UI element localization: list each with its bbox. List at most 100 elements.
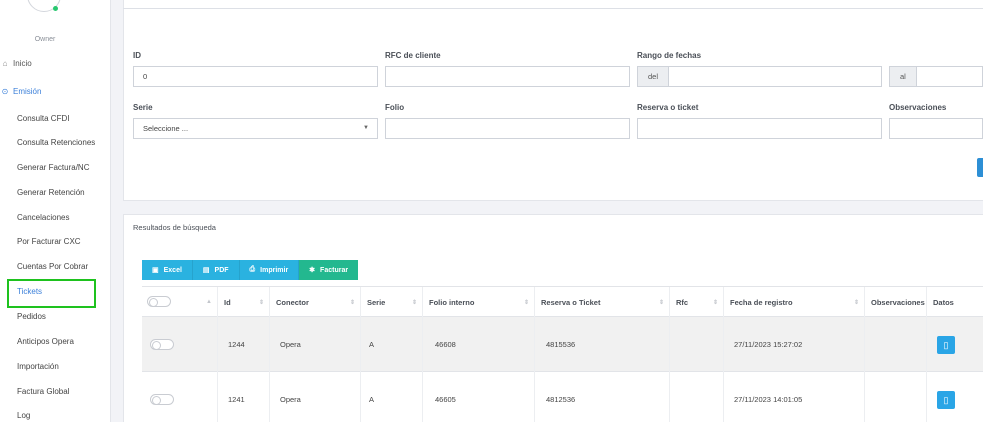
document-icon: ▯ [943, 339, 949, 350]
id-label: ID [133, 51, 141, 60]
cell-id: 1241 [217, 372, 269, 422]
cell-conector: Opera [269, 372, 360, 422]
pdf-button[interactable]: ▤ PDF [192, 260, 240, 280]
search-button[interactable] [977, 158, 983, 177]
cell-fecha: 27/11/2023 14:01:05 [723, 372, 864, 422]
observaciones-label: Observaciones [889, 103, 947, 112]
sidebar-item-generar-factura[interactable]: Generar Factura/NC [17, 163, 89, 172]
sidebar-item-label: Inicio [13, 59, 32, 68]
date-to-addon: al [889, 66, 917, 87]
cell-folio: 46608 [422, 317, 534, 372]
document-icon: ▯ [943, 394, 949, 405]
sort-icon: ⇕ [658, 299, 664, 306]
table-header: ▲ Id ⇕ Conector ⇕ Serie ⇕ Folio interno ⇕ Re… [142, 286, 983, 317]
sort-icon: ⇕ [258, 299, 264, 306]
date-to-input[interactable] [916, 66, 983, 87]
folio-input[interactable] [385, 118, 630, 139]
table-row[interactable]: 1244 Opera A 46608 4815536 27/11/2023 15… [142, 317, 983, 372]
column-header-id[interactable]: Id ⇕ [217, 287, 269, 317]
rfc-input[interactable] [385, 66, 630, 87]
divider [123, 8, 983, 9]
sidebar-item-consulta-cfdi[interactable]: Consulta CFDI [17, 114, 69, 123]
home-icon: ⌂ [2, 59, 8, 68]
cell-serie: A [360, 372, 422, 422]
sort-icon: ⇕ [853, 299, 859, 306]
gear-icon: ✱ [309, 267, 316, 274]
sidebar-item-anticipos-opera[interactable]: Anticipos Opera [17, 337, 74, 346]
column-header-label: Datos [933, 297, 954, 307]
cell-id: 1244 [217, 317, 269, 372]
sort-icon: ⇕ [349, 299, 355, 306]
print-button-label: Imprimir [260, 266, 289, 274]
file-pdf-icon: ▤ [202, 267, 210, 274]
sidebar-item-log[interactable]: Log [17, 411, 30, 420]
column-header-rfc[interactable]: Rfc ⇕ [669, 287, 723, 317]
table-row[interactable]: 1241 Opera A 46605 4812536 27/11/2023 14… [142, 372, 983, 422]
invoice-button[interactable]: ✱ Facturar [299, 260, 359, 280]
cell-datos: ▯ [926, 317, 983, 372]
column-header-datos: Datos [926, 287, 983, 317]
column-header-label: Reserva o Ticket [541, 297, 601, 307]
column-header-label: Observaciones [871, 297, 925, 307]
date-from-addon: del [637, 66, 669, 87]
print-button[interactable]: ⎙ Imprimir [239, 260, 300, 280]
sidebar-item-factura-global[interactable]: Factura Global [17, 387, 69, 396]
user-role: Owner [34, 36, 56, 43]
excel-button-label: Excel [163, 266, 182, 274]
results-title: Resultados de búsqueda [133, 223, 216, 232]
online-status-dot [53, 6, 58, 11]
cell-rfc [669, 372, 723, 422]
date-range-label: Rango de fechas [637, 51, 702, 60]
sort-icon: ▲ [206, 299, 212, 305]
id-input[interactable]: 0 [133, 66, 378, 87]
column-header-conector[interactable]: Conector ⇕ [269, 287, 360, 317]
sidebar-item-generar-retencion[interactable]: Generar Retención [17, 188, 85, 197]
file-excel-icon: ▣ [152, 267, 159, 274]
sidebar-item-importacion[interactable]: Importación [17, 362, 59, 371]
serie-select-value: Seleccione ... [143, 124, 189, 133]
sidebar-item-cancelaciones[interactable]: Cancelaciones [17, 213, 69, 222]
sidebar-item-label: Emisión [13, 87, 42, 96]
column-header-label: Id [224, 297, 231, 307]
cell-reserva: 4815536 [534, 317, 669, 372]
row-select-toggle[interactable] [150, 394, 174, 405]
view-document-button[interactable]: ▯ [937, 336, 955, 354]
filter-panel [123, 0, 983, 201]
view-document-button[interactable]: ▯ [937, 391, 955, 409]
column-header-label: Rfc [676, 297, 689, 307]
sort-icon: ⇕ [411, 299, 417, 306]
sidebar-section-emision[interactable]: ⊙ Emisión [0, 87, 42, 96]
column-header-label: Serie [367, 297, 386, 307]
observaciones-input[interactable] [889, 118, 983, 139]
column-header-fecha[interactable]: Fecha de registro ⇕ [723, 287, 864, 317]
cell-rfc [669, 317, 723, 372]
folio-label: Folio [385, 103, 405, 112]
circle-icon: ⊙ [1, 87, 9, 96]
sidebar-item-consulta-retenciones[interactable]: Consulta Retenciones [17, 138, 95, 147]
sidebar-item-cuentas-por-cobrar[interactable]: Cuentas Por Cobrar [17, 262, 88, 271]
column-header-folio[interactable]: Folio interno ⇕ [422, 287, 534, 317]
reserva-input[interactable] [637, 118, 882, 139]
row-select-toggle[interactable] [150, 339, 174, 350]
column-header-label: Conector [276, 297, 309, 307]
sidebar-item-por-facturar-cxc[interactable]: Por Facturar CXC [17, 237, 81, 246]
column-header-observaciones[interactable]: Observaciones [864, 287, 926, 317]
column-header-label: Fecha de registro [730, 297, 793, 307]
excel-button[interactable]: ▣ Excel [142, 260, 193, 280]
select-all-toggle[interactable] [147, 296, 171, 307]
column-header-serie[interactable]: Serie ⇕ [360, 287, 422, 317]
cell-folio: 46605 [422, 372, 534, 422]
date-from-input[interactable] [668, 66, 882, 87]
chevron-down-icon: ▼ [363, 125, 369, 131]
pdf-button-label: PDF [214, 266, 229, 274]
sidebar-item-pedidos[interactable]: Pedidos [17, 312, 46, 321]
sidebar-item-inicio[interactable]: ⌂ Inicio [0, 59, 32, 68]
row-select-cell [142, 372, 217, 422]
row-select-cell [142, 317, 217, 372]
serie-select[interactable]: Seleccione ... ▼ [133, 118, 378, 139]
sidebar: Owner ⌂ Inicio ⊙ Emisión Consulta CFDI C… [0, 0, 111, 422]
cell-datos: ▯ [926, 372, 983, 422]
column-header-reserva[interactable]: Reserva o Ticket ⇕ [534, 287, 669, 317]
export-button-group: ▣ Excel ▤ PDF ⎙ Imprimir ✱ Facturar [142, 260, 359, 280]
reserva-label: Reserva o ticket [637, 103, 699, 112]
